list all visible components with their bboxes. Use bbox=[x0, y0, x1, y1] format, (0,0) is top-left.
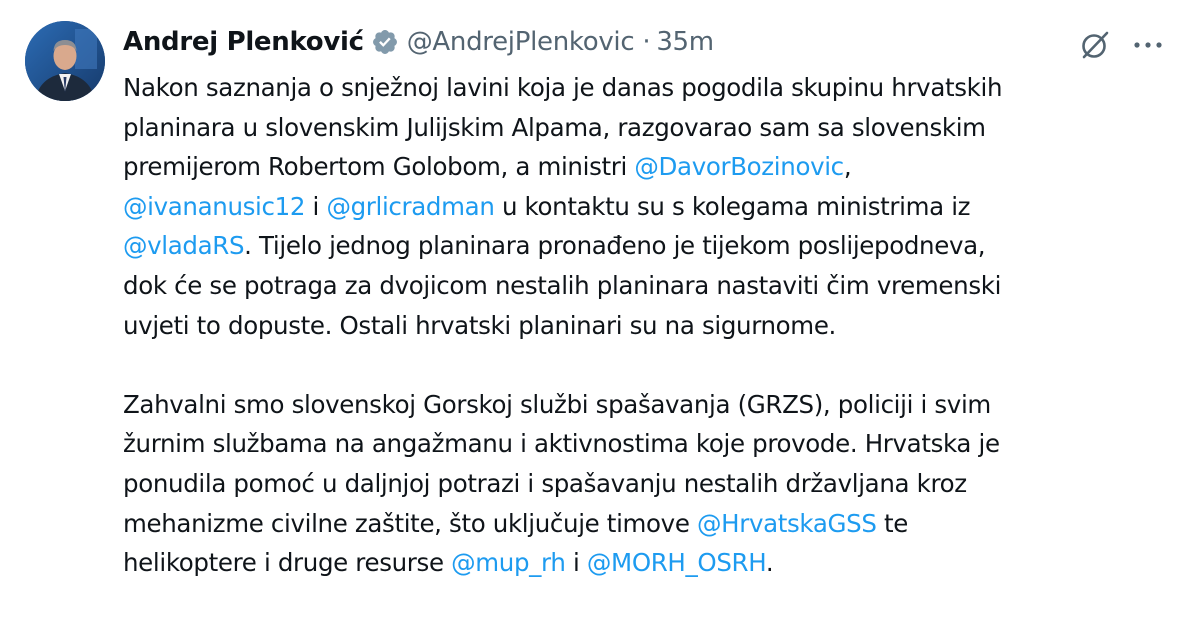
text-segment: i bbox=[305, 191, 327, 221]
text-segment: dok će se potraga za dvojicom nestalih p… bbox=[123, 270, 1002, 300]
tweet-header: Andrej Plenković @AndrejPlenkovic · 35m bbox=[123, 22, 714, 62]
tweet-line: Nakon saznanja o snježnoj lavini koja je… bbox=[123, 68, 1183, 108]
text-segment: premijerom Robertom Golobom, a ministri bbox=[123, 152, 635, 182]
text-segment: i bbox=[565, 548, 587, 578]
tweet-line: Zahvalni smo slovenskoj Gorskoj službi s… bbox=[123, 385, 1183, 425]
mention-link[interactable]: @HrvatskaGSS bbox=[697, 509, 877, 538]
mention-link[interactable]: @grlicradman bbox=[326, 192, 494, 221]
text-segment: planinara u slovenskim Julijskim Alpama,… bbox=[123, 112, 986, 142]
text-segment: Nakon saznanja o snježnoj lavini koja je… bbox=[123, 73, 1003, 102]
separator-dot: · bbox=[642, 27, 651, 57]
tweet-line: mehanizme civilne zaštite, što uključuje… bbox=[123, 504, 1183, 544]
avatar[interactable] bbox=[25, 21, 105, 101]
text-segment: mehanizme civilne zaštite, što uključuje… bbox=[123, 508, 697, 538]
tweet-line: planinara u slovenskim Julijskim Alpama,… bbox=[123, 108, 1183, 148]
tweet-line: @vladaRS. Tijelo jednog planinara pronađ… bbox=[123, 226, 1183, 266]
text-segment: ponudila pomoć u daljnjoj potrazi i spaš… bbox=[123, 468, 967, 498]
tweet-line: premijerom Robertom Golobom, a ministri … bbox=[123, 147, 1183, 187]
tweet-line: žurnim službama na angažmanu i aktivnost… bbox=[123, 424, 1183, 464]
text-segment: te bbox=[876, 508, 908, 538]
text-segment: . Tijelo jednog planinara pronađeno je t… bbox=[244, 231, 986, 261]
author-handle[interactable]: @AndrejPlenkovic bbox=[407, 27, 635, 57]
tweet-line: uvjeti to dopuste. Ostali hrvatski plani… bbox=[123, 306, 1183, 346]
author-name[interactable]: Andrej Plenković bbox=[123, 27, 364, 57]
text-segment: žurnim službama na angažmanu i aktivnost… bbox=[123, 429, 1000, 459]
mention-link[interactable]: @mup_rh bbox=[451, 548, 566, 577]
text-segment: , bbox=[843, 152, 852, 182]
mention-link[interactable]: @MORH_OSRH bbox=[587, 548, 766, 577]
mention-link[interactable]: @DavorBozinovic bbox=[634, 152, 844, 181]
tweet-text: Nakon saznanja o snježnoj lavini koja je… bbox=[123, 68, 1183, 583]
mention-link[interactable]: @ivananusic12 bbox=[123, 192, 305, 221]
text-segment: . bbox=[765, 548, 774, 578]
text-segment: Zahvalni smo slovenskoj Gorskoj službi s… bbox=[123, 389, 991, 419]
tweet-line: dok će se potraga za dvojicom nestalih p… bbox=[123, 266, 1183, 306]
text-segment: helikoptere i druge resurse bbox=[123, 548, 452, 578]
tweet-line: helikoptere i druge resurse @mup_rh i @M… bbox=[123, 543, 1183, 583]
tweet-line: @ivananusic12 i @grlicradman u kontaktu … bbox=[123, 187, 1183, 227]
grok-icon[interactable] bbox=[1076, 26, 1114, 64]
verified-badge-icon bbox=[371, 28, 399, 56]
text-segment: u kontaktu su s kolegama ministrima iz bbox=[494, 191, 971, 221]
mention-link[interactable]: @vladaRS bbox=[123, 231, 245, 260]
more-options-icon[interactable] bbox=[1128, 26, 1168, 64]
text-segment: uvjeti to dopuste. Ostali hrvatski plani… bbox=[123, 310, 836, 340]
post-timestamp[interactable]: 35m bbox=[656, 27, 714, 57]
tweet-line: ponudila pomoć u daljnjoj potrazi i spaš… bbox=[123, 464, 1183, 504]
